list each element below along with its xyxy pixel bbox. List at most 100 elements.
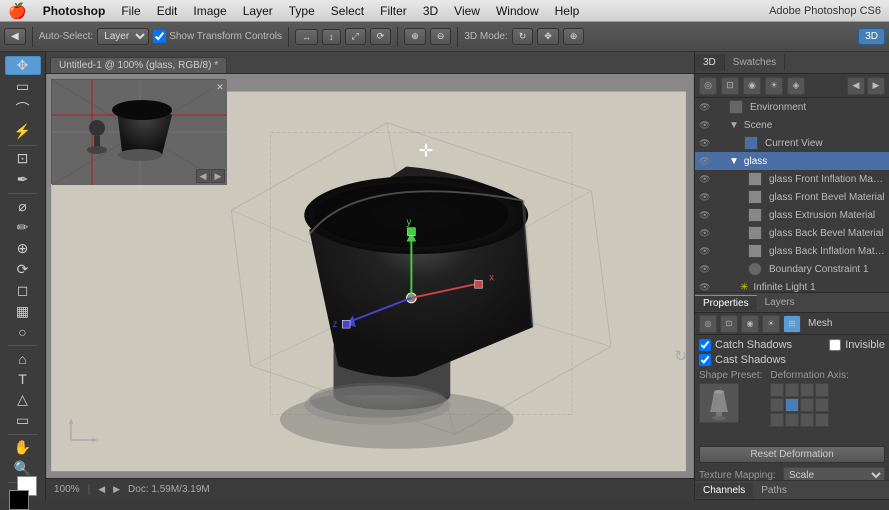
panel-icon-light[interactable]: ☀ xyxy=(765,77,783,95)
toolbar-back-btn[interactable]: ◀ xyxy=(4,28,26,45)
eye-scene[interactable]: 👁 xyxy=(699,120,711,131)
shape-preset-thumb[interactable] xyxy=(699,383,739,423)
toolbar-btn-1[interactable]: ↔ xyxy=(295,29,318,45)
tool-gradient[interactable]: ▦ xyxy=(5,302,41,321)
tree-row-current-view[interactable]: 👁 Current View xyxy=(695,134,889,152)
tab-channels[interactable]: Channels xyxy=(695,483,753,498)
tree-row-glass-front-inflation[interactable]: 👁 glass Front Inflation Mate... xyxy=(695,170,889,188)
deform-cell-5[interactable] xyxy=(770,398,784,412)
prop-icon-1[interactable]: ◎ xyxy=(699,315,717,333)
tool-path[interactable]: △ xyxy=(5,390,41,409)
menu-edit[interactable]: Edit xyxy=(149,2,186,20)
tool-move[interactable]: ✥ xyxy=(5,56,41,75)
tab-3d[interactable]: 3D xyxy=(695,54,725,71)
panel-nav-left[interactable]: ◀ xyxy=(847,77,865,95)
panel-icon-mesh[interactable]: ⊡ xyxy=(721,77,739,95)
menu-photoshop[interactable]: Photoshop xyxy=(35,2,114,20)
tree-row-scene[interactable]: 👁 ▼ Scene xyxy=(695,116,889,134)
tool-wand[interactable]: ⚡ xyxy=(5,122,41,141)
invisible-checkbox[interactable] xyxy=(829,339,841,351)
panel-icon-scene[interactable]: ◎ xyxy=(699,77,717,95)
panel-nav-right[interactable]: ▶ xyxy=(867,77,885,95)
tool-healing[interactable]: ⌀ xyxy=(5,197,41,216)
toolbar-btn-6[interactable]: ⊖ xyxy=(430,28,452,45)
deform-cell-7[interactable] xyxy=(800,398,814,412)
status-prev-btn[interactable]: ◀ xyxy=(98,484,105,495)
prop-icon-2[interactable]: ⊡ xyxy=(720,315,738,333)
menu-filter[interactable]: Filter xyxy=(372,2,415,20)
menu-layer[interactable]: Layer xyxy=(235,2,281,20)
eye-environment[interactable]: 👁 xyxy=(699,102,711,113)
menu-image[interactable]: Image xyxy=(185,2,234,20)
eye-glass-front-inflation[interactable]: 👁 xyxy=(699,174,711,185)
apple-menu[interactable]: 🍎 xyxy=(8,2,27,20)
tab-layers[interactable]: Layers xyxy=(757,295,803,310)
status-next-btn[interactable]: ▶ xyxy=(113,484,120,495)
deform-cell-2[interactable] xyxy=(785,383,799,397)
auto-select-dropdown[interactable]: Layer xyxy=(97,28,149,45)
tab-swatches[interactable]: Swatches xyxy=(725,54,785,71)
deform-cell-4[interactable] xyxy=(815,383,829,397)
menu-file[interactable]: File xyxy=(113,2,148,20)
deform-cell-9[interactable] xyxy=(770,413,784,427)
prop-icon-4[interactable]: ☀ xyxy=(762,315,780,333)
toolbar-btn-3[interactable]: ⤢ xyxy=(345,28,366,45)
tree-row-glass-back-inflation[interactable]: 👁 glass Back Inflation Material xyxy=(695,242,889,260)
eye-glass[interactable]: 👁 xyxy=(699,156,711,167)
eye-glass-front-bevel[interactable]: 👁 xyxy=(699,192,711,203)
tool-pen[interactable]: ⌂ xyxy=(5,350,41,368)
tool-history[interactable]: ⟳ xyxy=(5,260,41,279)
menu-view[interactable]: View xyxy=(446,2,488,20)
panel-icon-material[interactable]: ◉ xyxy=(743,77,761,95)
tree-row-glass-front-bevel[interactable]: 👁 glass Front Bevel Material xyxy=(695,188,889,206)
tool-eyedropper[interactable]: ✒ xyxy=(5,170,41,189)
tool-zoom[interactable]: 🔍 xyxy=(5,459,41,478)
tree-row-glass-back-bevel[interactable]: 👁 glass Back Bevel Material xyxy=(695,224,889,242)
eye-current-view[interactable]: 👁 xyxy=(699,138,711,149)
menu-select[interactable]: Select xyxy=(323,2,372,20)
menu-window[interactable]: Window xyxy=(488,2,547,20)
toolbar-btn-4[interactable]: ⟳ xyxy=(370,28,392,45)
tool-brush[interactable]: ✏ xyxy=(5,218,41,237)
cast-shadows-checkbox[interactable] xyxy=(699,354,711,366)
3d-pan-btn[interactable]: ✥ xyxy=(537,28,559,45)
tool-hand[interactable]: ✋ xyxy=(5,438,41,457)
tab-properties[interactable]: Properties xyxy=(695,295,757,311)
panel-icon-camera[interactable]: ◈ xyxy=(787,77,805,95)
eye-infinite-light[interactable]: 👁 xyxy=(699,282,711,293)
eye-glass-extrusion[interactable]: 👁 xyxy=(699,210,711,221)
eye-glass-back-inflation[interactable]: 👁 xyxy=(699,246,711,257)
tool-shape[interactable]: ▭ xyxy=(5,411,41,430)
canvas-tab-main[interactable]: Untitled-1 @ 100% (glass, RGB/8) * xyxy=(50,57,227,73)
tool-stamp[interactable]: ⊕ xyxy=(5,239,41,258)
menu-3d[interactable]: 3D xyxy=(415,2,446,20)
3d-mode-btn[interactable]: 3D xyxy=(858,28,885,45)
3d-zoom-btn[interactable]: ⊕ xyxy=(563,28,585,45)
scene-tree[interactable]: 👁 Environment 👁 ▼ Scene 👁 Current View xyxy=(695,98,889,293)
tree-row-environment[interactable]: 👁 Environment xyxy=(695,98,889,116)
tool-lasso[interactable]: ⌒ xyxy=(5,98,41,120)
texture-mapping-select[interactable]: Scale xyxy=(783,467,885,480)
deform-cell-11[interactable] xyxy=(800,413,814,427)
canvas-content[interactable]: ✛ x y z ↻ ✕ xyxy=(46,74,694,478)
tab-paths[interactable]: Paths xyxy=(753,483,795,498)
transform-controls-checkbox[interactable] xyxy=(153,30,166,43)
foreground-color-swatch[interactable] xyxy=(9,490,29,510)
eye-boundary-constraint[interactable]: 👁 xyxy=(699,264,711,275)
tree-row-boundary-constraint[interactable]: 👁 Boundary Constraint 1 xyxy=(695,260,889,278)
deform-cell-3[interactable] xyxy=(800,383,814,397)
tree-row-glass[interactable]: 👁 ▼ glass xyxy=(695,152,889,170)
tree-row-glass-extrusion[interactable]: 👁 glass Extrusion Material xyxy=(695,206,889,224)
prop-icon-3[interactable]: ◉ xyxy=(741,315,759,333)
toolbar-btn-2[interactable]: ↕ xyxy=(322,29,341,45)
catch-shadows-checkbox[interactable] xyxy=(699,339,711,351)
thumb-nav-right[interactable]: ▶ xyxy=(211,169,225,183)
tool-text[interactable]: T xyxy=(5,370,41,388)
deform-cell-1[interactable] xyxy=(770,383,784,397)
reset-deformation-btn[interactable]: Reset Deformation xyxy=(699,446,885,463)
menu-type[interactable]: Type xyxy=(281,2,323,20)
deform-cell-12[interactable] xyxy=(815,413,829,427)
thumbnail-close-btn[interactable]: ✕ xyxy=(213,80,227,94)
tool-eraser[interactable]: ◻ xyxy=(5,281,41,300)
deform-cell-8[interactable] xyxy=(815,398,829,412)
